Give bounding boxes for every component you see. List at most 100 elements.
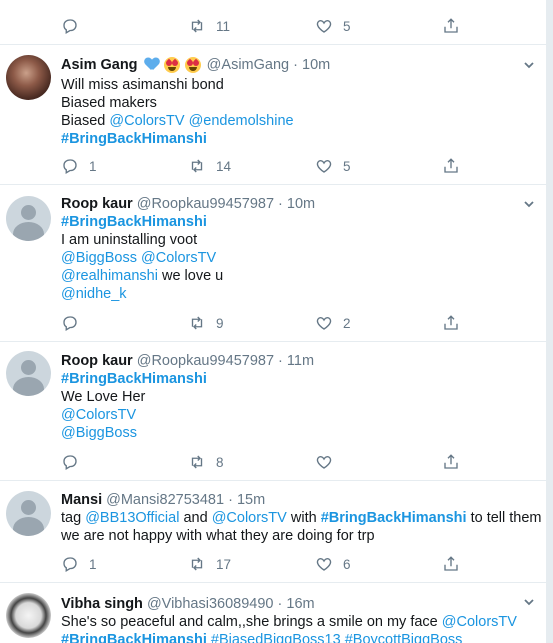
mention-link[interactable]: @ColorsTV (109, 113, 184, 129)
reply-button[interactable] (61, 313, 79, 333)
user-handle[interactable]: @Roopkau99457987 (137, 353, 274, 369)
tweet-text-segment: Biased (61, 113, 110, 129)
mention-link[interactable]: @ColorsTV (61, 407, 136, 423)
reply-button[interactable]: 1 (61, 156, 97, 176)
reply-button[interactable] (61, 16, 79, 36)
hashtag-link[interactable]: #BringBackHimanshi (61, 214, 207, 230)
user-handle[interactable]: @Roopkau99457987 (137, 196, 274, 212)
user-handle[interactable]: @AsimGang (207, 57, 289, 73)
tweet-text-segment: She's so peaceful and calm,,she brings a… (61, 614, 442, 630)
like-button[interactable]: 6 (315, 554, 351, 574)
tweet[interactable]: Asim Gang @AsimGang · 10m Will miss asim… (0, 45, 546, 185)
heart-eyes-emoji-icon (184, 57, 201, 73)
name-emojis (145, 57, 201, 76)
like-button[interactable]: 2 (315, 313, 351, 333)
mention-link[interactable]: @ColorsTV (141, 250, 216, 266)
retweet-button[interactable]: 9 (188, 313, 224, 333)
reply-count: 1 (89, 158, 97, 174)
avatar[interactable] (6, 55, 51, 100)
mention-link[interactable]: #BiasedBiggBoss13 (211, 632, 341, 643)
retweet-button[interactable]: 11 (188, 16, 230, 36)
like-button[interactable]: 5 (315, 16, 351, 36)
mention-link[interactable]: @ColorsTV (442, 614, 517, 630)
mention-link[interactable]: @BiggBoss (61, 425, 137, 441)
retweet-button[interactable]: 17 (188, 554, 231, 574)
avatar[interactable] (6, 351, 51, 396)
timestamp[interactable]: 11m (287, 353, 314, 369)
user-handle[interactable]: @Mansi82753481 (106, 492, 224, 508)
tweet[interactable]: Mansi @Mansi82753481 · 15m tag @BB13Offi… (0, 481, 546, 583)
mention-link[interactable]: @BiggBoss (61, 250, 137, 266)
reply-icon (63, 557, 77, 572)
share-button[interactable] (442, 452, 460, 472)
like-button[interactable] (315, 452, 333, 472)
mention-link[interactable]: @BB13Official (85, 510, 179, 526)
timestamp[interactable]: 10m (287, 196, 315, 212)
reply-button[interactable] (61, 452, 79, 472)
reply-icon (63, 19, 77, 34)
like-count: 5 (343, 18, 351, 34)
timestamp[interactable]: 15m (237, 492, 265, 508)
display-name[interactable]: Roop kaur (61, 353, 133, 369)
tweet-header: Roop kaur @Roopkau99457987 · 10m (61, 195, 527, 213)
blue-heart-icon (145, 58, 159, 71)
tweet-text-line: @BiggBoss @ColorsTV (61, 249, 527, 267)
hashtag-link[interactable]: #BringBackHimanshi (61, 371, 207, 387)
share-button[interactable] (442, 313, 460, 333)
user-handle[interactable]: @Vibhasi36089490 (147, 596, 274, 612)
tweet-text-segment: Biased makers (61, 95, 157, 111)
share-button[interactable] (442, 156, 460, 176)
display-name[interactable]: Roop kaur (61, 196, 133, 212)
display-name[interactable]: Vibha singh (61, 596, 143, 612)
tweet-text: #BringBackHimanshi We Love Her @ColorsTV @B… (61, 370, 527, 442)
like-button[interactable]: 5 (315, 156, 351, 176)
share-button[interactable] (442, 16, 460, 36)
mention-link[interactable]: @ColorsTV (212, 510, 287, 526)
heart-icon (316, 20, 332, 33)
tweet[interactable]: Roop kaur @Roopkau99457987 · 10m #BringB… (0, 185, 546, 342)
tweet[interactable]: Roop kaur @Roopkau99457987 · 11m #BringB… (0, 342, 546, 481)
hashtag-link[interactable]: #BringBackHimanshi (61, 632, 207, 643)
tweet-actions: 1 14 5 (61, 156, 481, 176)
tweet-text-segment: to tell them (466, 510, 542, 526)
mention-link[interactable]: @endemolshine (189, 113, 294, 129)
hashtag-link[interactable]: #BringBackHimanshi (61, 131, 207, 147)
retweet-button[interactable]: 14 (188, 156, 231, 176)
tweet-header: Vibha singh @Vibhasi36089490 · 16m (61, 595, 527, 613)
share-icon (444, 315, 458, 330)
heart-icon (316, 456, 332, 469)
display-name[interactable]: Asim Gang (61, 57, 138, 73)
mention-link[interactable]: @nidhe_k (61, 286, 127, 302)
retweet-icon (191, 557, 203, 571)
tweet[interactable]: Vibha singh @Vibhasi36089490 · 16m She's… (0, 583, 546, 643)
display-name[interactable]: Mansi (61, 492, 102, 508)
heart-icon (316, 317, 332, 330)
avatar[interactable] (6, 593, 51, 638)
mention-link[interactable]: @realhimanshi (61, 268, 158, 284)
tweet-actions: 11 5 (61, 16, 481, 36)
retweet-button[interactable]: 8 (188, 452, 224, 472)
avatar[interactable] (6, 491, 51, 536)
tweet-header: Mansi @Mansi82753481 · 15m (61, 491, 527, 509)
tweet-text-line: @nidhe_k (61, 285, 527, 303)
tweet-text-line: I am uninstalling voot (61, 231, 527, 249)
mention-link[interactable]: #BoycottBiggBoss (345, 632, 463, 643)
like-count: 6 (343, 556, 351, 572)
tweet-text-line: @BiggBoss (61, 424, 527, 442)
tweet-actions: 9 2 (61, 313, 481, 333)
timestamp[interactable]: 16m (286, 596, 314, 612)
tweet-text: Will miss asimanshi bond Biased makers Bia… (61, 76, 527, 148)
tweet-text-line: Will miss asimanshi bond (61, 76, 527, 94)
retweet-count: 14 (216, 158, 232, 174)
tweet-text-line: @realhimanshi we love u (61, 267, 527, 285)
timestamp[interactable]: 10m (302, 57, 330, 73)
reply-button[interactable]: 1 (61, 554, 97, 574)
tweet-text-line: tag @BB13Official and @ColorsTV with #Br… (61, 509, 542, 527)
avatar[interactable] (6, 196, 51, 241)
retweet-count: 17 (216, 556, 232, 572)
tweet-text-line: She's so peaceful and calm,,she brings a… (61, 613, 527, 631)
tweet-text: #BringBackHimanshi I am uninstalling voot… (61, 213, 527, 303)
tweet-partial[interactable]: 11 5 (0, 0, 546, 45)
hashtag-link[interactable]: #BringBackHimanshi (321, 510, 467, 526)
share-button[interactable] (442, 554, 460, 574)
